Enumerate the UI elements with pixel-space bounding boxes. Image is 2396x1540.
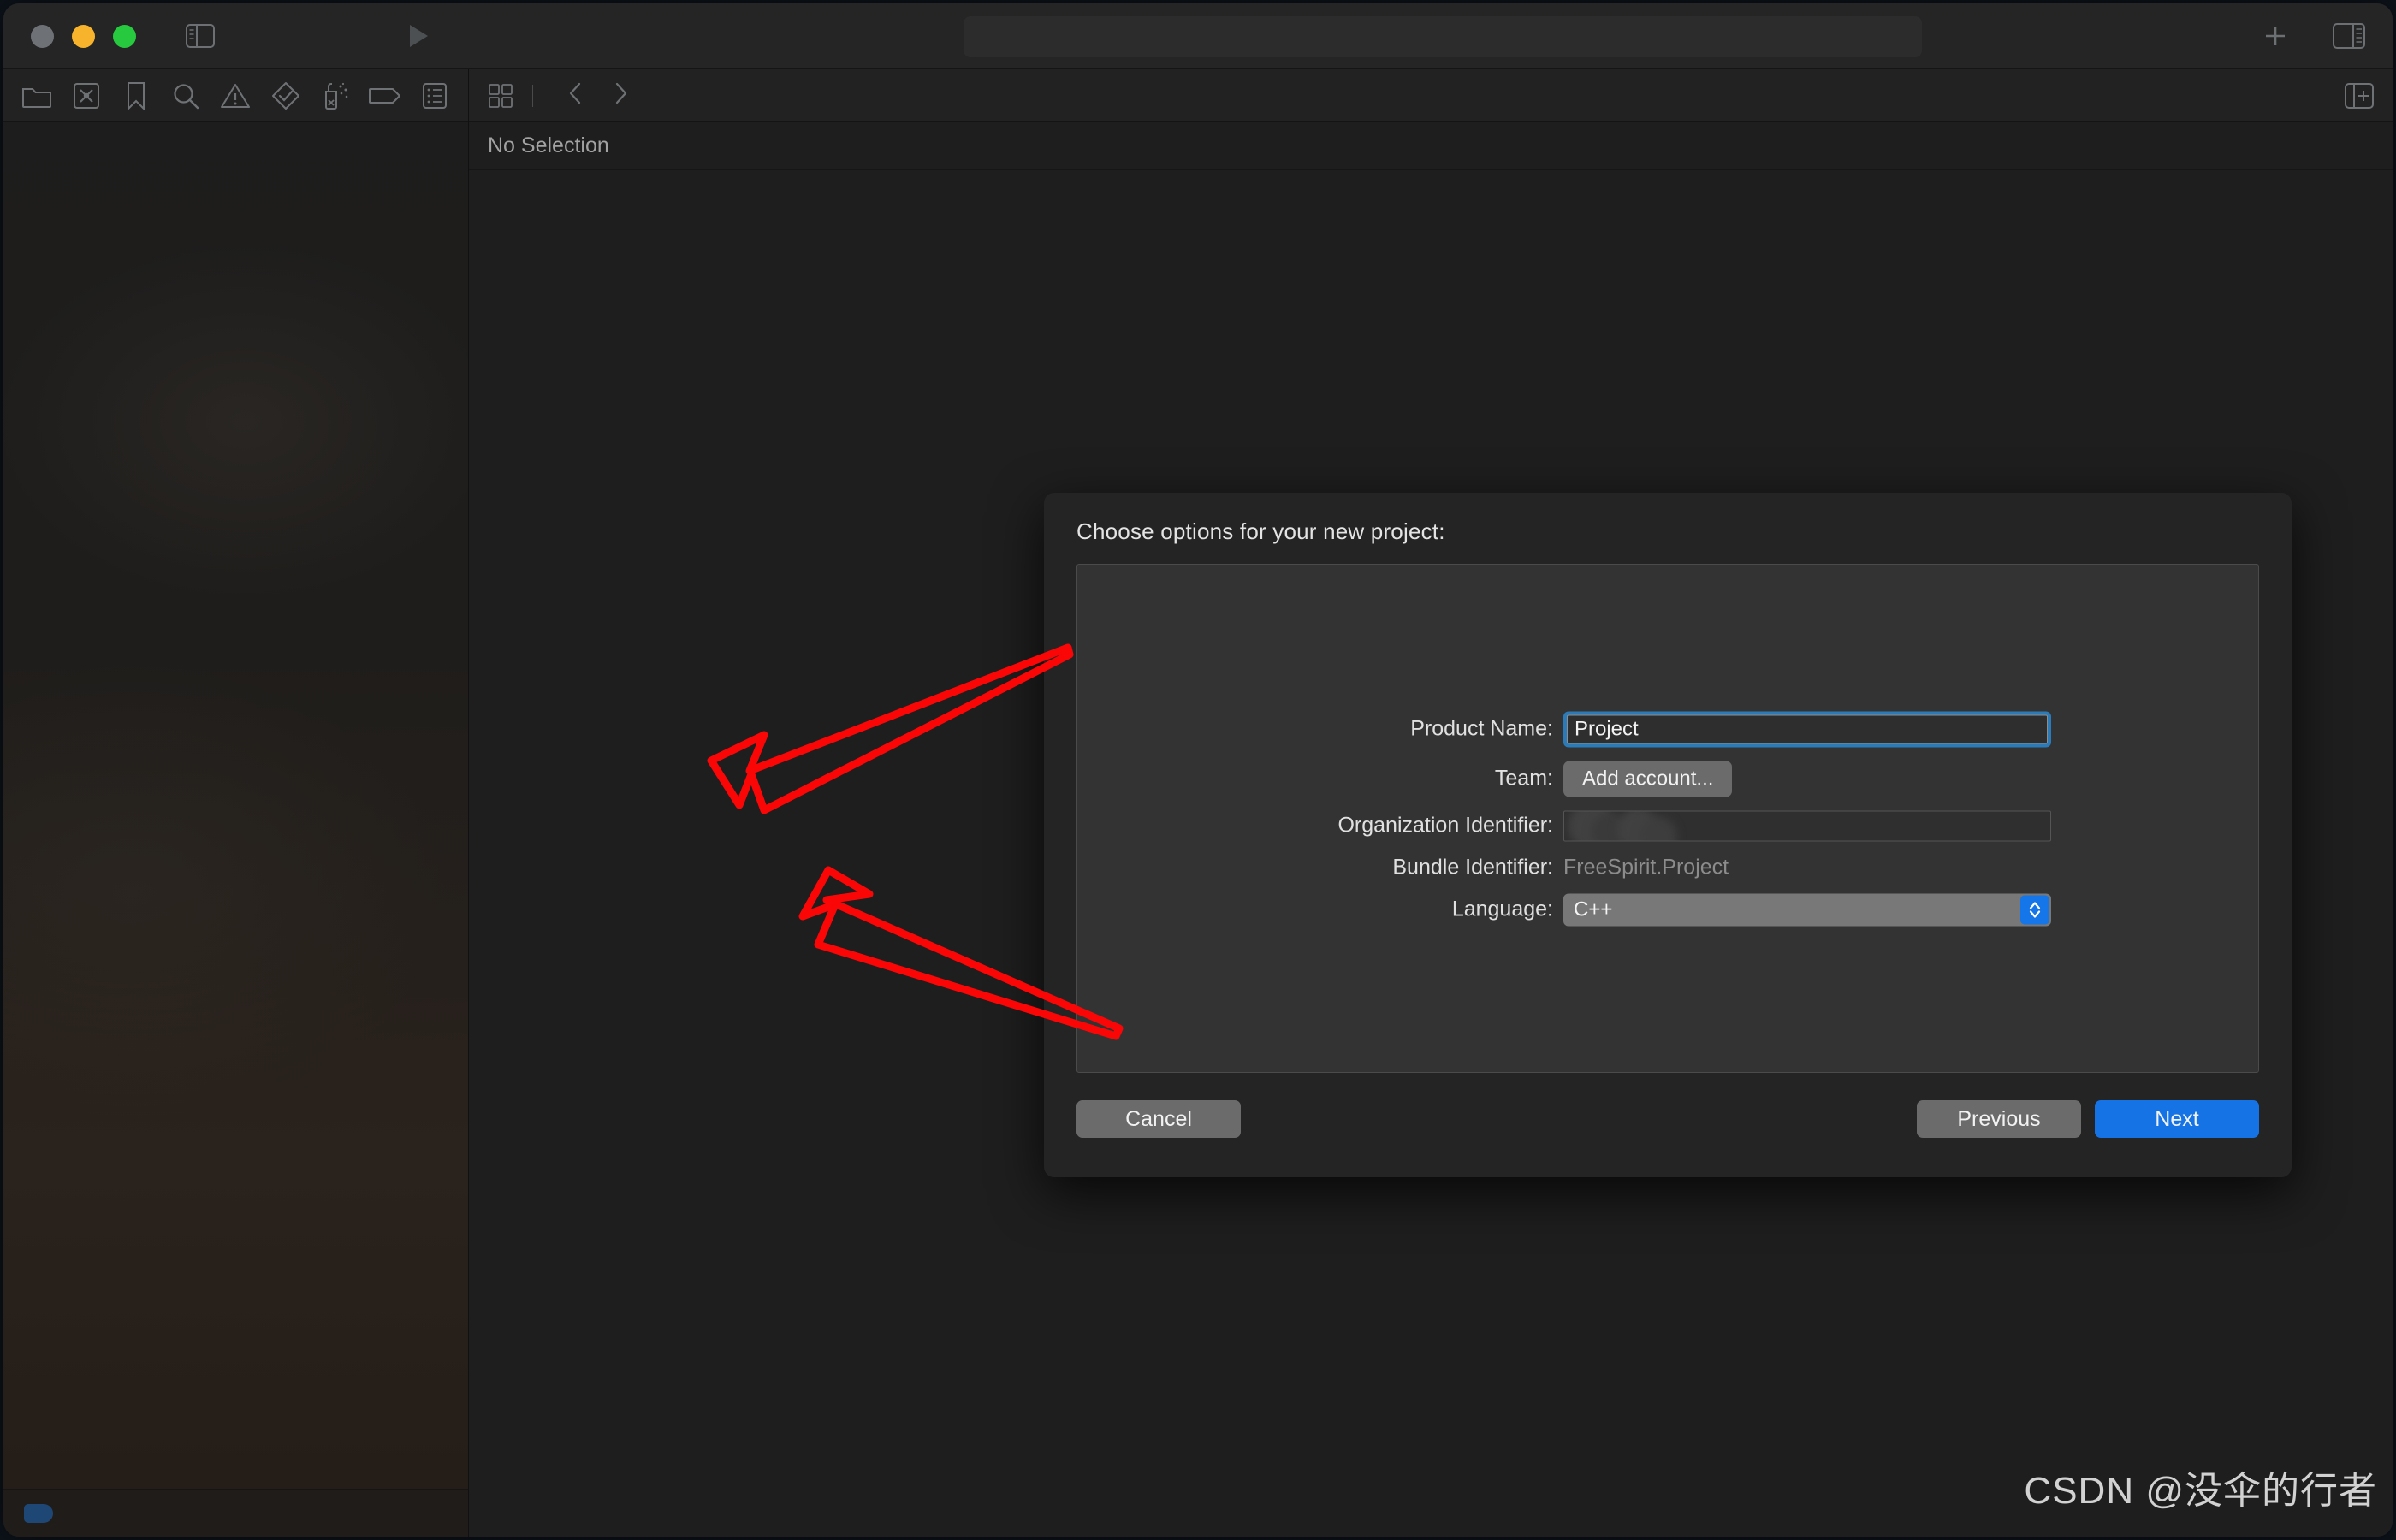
- bundle-identifier-control: FreeSpirit.Project: [1563, 855, 2258, 880]
- debug-navigator-icon[interactable]: [311, 76, 360, 116]
- editor-jump-bar: [469, 69, 2393, 122]
- minimize-window-button[interactable]: [72, 24, 95, 48]
- project-options-form: Product Name: Team: Add ac: [1077, 711, 2258, 926]
- navigator-filter-bar[interactable]: [3, 1489, 468, 1537]
- window-titlebar: [3, 3, 2393, 69]
- issue-navigator-icon[interactable]: [211, 76, 260, 116]
- bundle-identifier-value: FreeSpirit.Project: [1563, 855, 1729, 879]
- project-navigator-icon[interactable]: [12, 76, 62, 116]
- next-button[interactable]: Next: [2095, 1100, 2259, 1138]
- titlebar-right-controls: [2263, 3, 2365, 68]
- navigator-sidebar: [3, 69, 469, 1537]
- report-navigator-icon[interactable]: [410, 76, 460, 116]
- close-window-button[interactable]: [31, 24, 54, 48]
- chevron-up-down-icon[interactable]: [2020, 895, 2049, 924]
- cancel-button[interactable]: Cancel: [1076, 1100, 1241, 1138]
- sheet-title: Choose options for your new project:: [1076, 518, 1445, 544]
- sheet-options-panel: Product Name: Team: Add ac: [1076, 564, 2259, 1073]
- maximize-window-button[interactable]: [113, 24, 136, 48]
- filter-indicator-chip[interactable]: [24, 1503, 53, 1523]
- sidebar-left-icon[interactable]: [186, 24, 215, 48]
- language-control: C++: [1563, 893, 2258, 926]
- activity-status-field[interactable]: [964, 16, 1922, 57]
- arrow-to-product-name: [707, 643, 1074, 814]
- sheet-footer: Cancel Previous Next: [1076, 1095, 2259, 1177]
- breadcrumb: No Selection: [488, 133, 609, 157]
- language-select[interactable]: C++: [1563, 893, 2051, 926]
- source-control-navigator-icon[interactable]: [62, 76, 111, 116]
- add-editor-icon[interactable]: [2345, 82, 2374, 109]
- language-selected-value: C++: [1574, 897, 1613, 921]
- organization-identifier-label: Organization Identifier:: [1337, 813, 1553, 838]
- run-play-icon[interactable]: [407, 23, 430, 49]
- team-control: Add account...: [1563, 761, 2258, 797]
- plus-icon[interactable]: [2263, 23, 2288, 49]
- bundle-identifier-label: Bundle Identifier:: [1392, 855, 1553, 879]
- language-label: Language:: [1451, 897, 1553, 921]
- breakpoint-navigator-icon[interactable]: [360, 76, 410, 116]
- chevron-left-icon[interactable]: [552, 81, 598, 110]
- csdn-watermark: CSDN @没伞的行者: [2024, 1470, 2377, 1512]
- editor-canvas: Choose options for your new project: Pro…: [469, 170, 2393, 1537]
- add-account-button[interactable]: Add account...: [1563, 761, 1733, 797]
- product-name-input[interactable]: [1567, 714, 2048, 743]
- navigator-toolbar: [3, 69, 468, 122]
- previous-button[interactable]: Previous: [1917, 1100, 2081, 1138]
- chevron-right-icon[interactable]: [598, 81, 644, 110]
- organization-identifier-control: [1563, 810, 2258, 841]
- related-items-grid-icon[interactable]: [488, 83, 513, 109]
- bookmark-navigator-icon[interactable]: [111, 76, 161, 116]
- organization-identifier-input[interactable]: [1563, 810, 2051, 841]
- find-navigator-icon[interactable]: [161, 76, 211, 116]
- breadcrumb-bar: No Selection: [469, 122, 2393, 170]
- test-navigator-icon[interactable]: [261, 76, 311, 116]
- editor-area: No Selection Choose options for your new…: [469, 69, 2393, 1537]
- jump-bar-divider: [532, 84, 533, 107]
- navigator-content-empty: [3, 122, 468, 1489]
- team-label: Team:: [1494, 766, 1553, 791]
- window-body: No Selection Choose options for your new…: [3, 69, 2393, 1537]
- inspector-right-icon[interactable]: [2333, 23, 2365, 49]
- xcode-window: No Selection Choose options for your new…: [3, 3, 2393, 1537]
- product-name-control: [1563, 711, 2258, 747]
- product-name-focus-ring: [1563, 711, 2051, 747]
- new-project-options-sheet: Choose options for your new project: Pro…: [1044, 493, 2292, 1177]
- product-name-label: Product Name:: [1410, 716, 1553, 741]
- traffic-light-group: [3, 24, 136, 48]
